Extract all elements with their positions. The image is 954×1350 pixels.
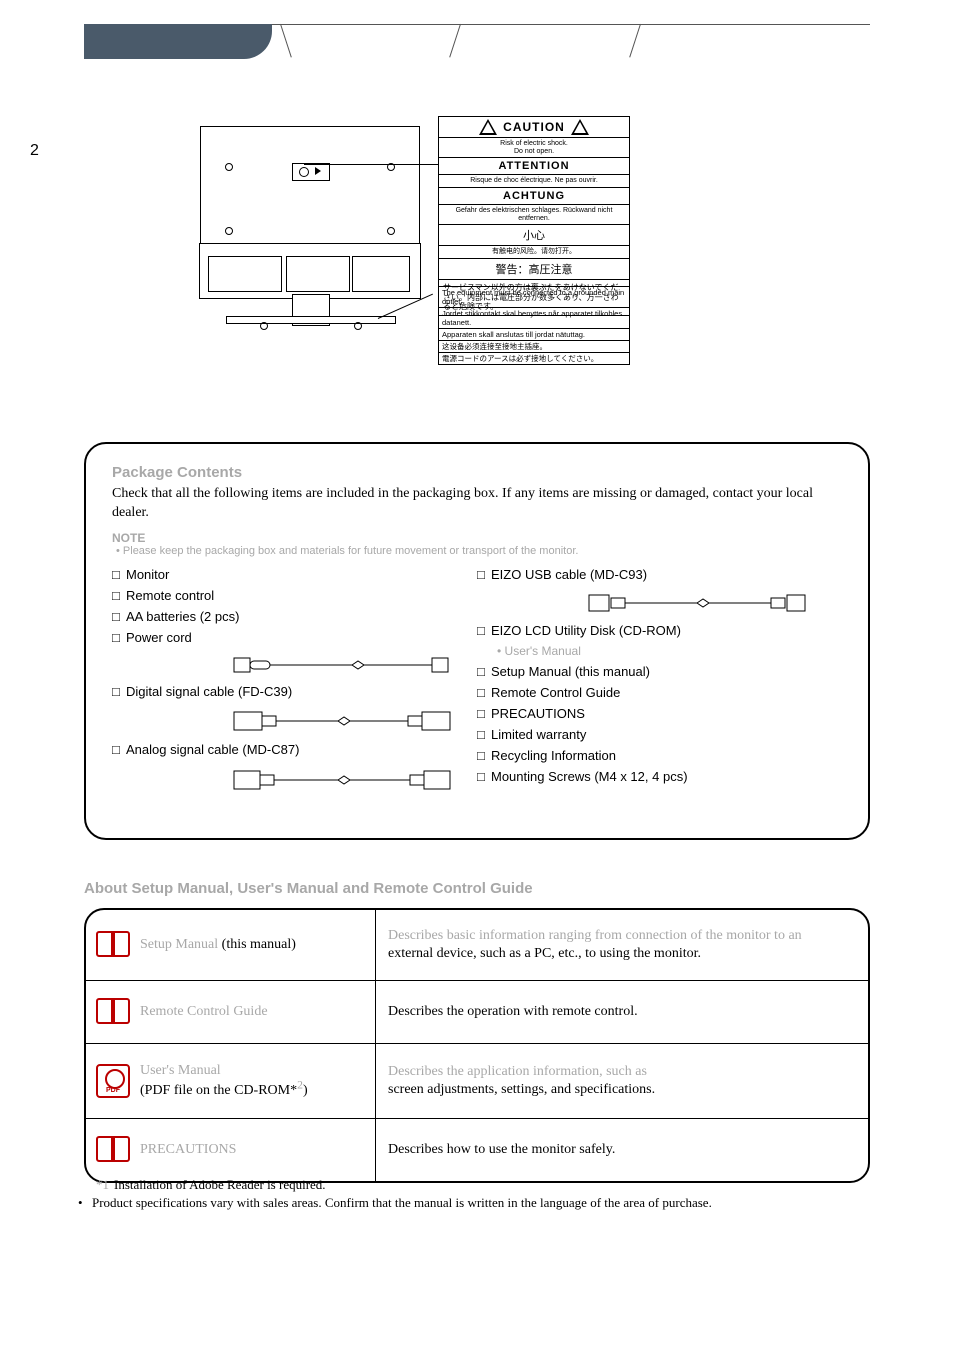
grounded-outlet-notice: The equipment must be connected to a gro… xyxy=(438,286,630,365)
footnote-mark: *1 xyxy=(96,1176,114,1194)
caution-heading: CAUTION xyxy=(503,120,565,134)
monitor-base xyxy=(226,316,396,324)
package-contents-intro: Check that all the following items are i… xyxy=(112,485,842,523)
pkg-item: Monitor xyxy=(126,567,169,582)
manuals-table: Setup Manual (this manual) Describes bas… xyxy=(84,908,870,1183)
caution-sub-en: Risk of electric shock. Do not open. xyxy=(439,138,629,158)
achtung-sub: Gefahr des elektrischen schlages. Rückwa… xyxy=(439,205,629,225)
foot-dot xyxy=(354,322,362,330)
header-tab-strip xyxy=(272,24,870,60)
manual-desc: Describes the operation with remote cont… xyxy=(388,1003,638,1021)
shock-icon xyxy=(479,119,497,135)
pkg-item: Remote control xyxy=(126,588,214,603)
pkg-subitem: • User's Manual xyxy=(497,644,581,658)
note-body: • Please keep the packaging box and mate… xyxy=(116,545,842,557)
manual-desc: external device, such as a PC, etc., to … xyxy=(388,946,701,961)
leader-line xyxy=(304,164,438,165)
pkg-item: Analog signal cable (MD-C87) xyxy=(126,742,299,757)
footnote-text: Installation of Adobe Reader is required… xyxy=(114,1176,326,1194)
vga-cable-icon xyxy=(232,767,452,793)
pkg-item: Digital signal cable (FD-C39) xyxy=(126,684,292,699)
pkg-item: Recycling Information xyxy=(491,748,616,763)
page-number: 2 xyxy=(30,142,39,160)
achtung-heading: ACHTUNG xyxy=(439,188,629,205)
outlet-line: 这设备必须连接至接地主插座。 xyxy=(439,341,629,353)
cn-sub: 有触电的风险。请勿打开。 xyxy=(439,246,629,259)
usb-cable-icon xyxy=(587,591,807,615)
package-contents-title: Package Contents xyxy=(112,464,842,481)
header-flag xyxy=(84,24,272,59)
attention-sub: Risque de choc électrique. Ne pas ouvrir… xyxy=(439,175,629,188)
footnote-text: Product specifications vary with sales a… xyxy=(92,1194,712,1212)
manual-desc-gray: Describes the application information, s… xyxy=(388,1064,647,1079)
power-cord-icon xyxy=(232,654,452,676)
attention-heading: ATTENTION xyxy=(439,158,629,175)
book-icon xyxy=(96,931,130,959)
package-left-column: □Monitor □Remote control □AA batteries (… xyxy=(112,565,477,799)
package-right-column: □EIZO USB cable (MD-C93) □EIZO LCD Utili… xyxy=(477,565,842,799)
monitor-rear-illustration xyxy=(200,126,420,298)
manual-note: (PDF file on the CD-ROM*2) xyxy=(140,1083,308,1098)
manual-desc: Describes how to use the monitor safely. xyxy=(388,1141,615,1159)
package-contents-box: Package Contents Check that all the foll… xyxy=(84,442,870,840)
outlet-line: The equipment must be connected to a gro… xyxy=(439,287,629,308)
outlet-line: Jordet stikkontakt skal benyttes når app… xyxy=(439,308,629,329)
bullet-icon: • xyxy=(78,1194,92,1212)
dvi-cable-icon xyxy=(232,708,452,734)
pkg-item: Setup Manual (this manual) xyxy=(491,664,650,679)
pdf-icon xyxy=(96,1064,130,1098)
warning-icon xyxy=(571,119,589,135)
manual-note: (this manual) xyxy=(222,937,296,952)
safety-diagram: CAUTION Risk of electric shock. Do not o… xyxy=(200,116,630,356)
pkg-item: EIZO USB cable (MD-C93) xyxy=(491,567,647,582)
manual-name: User's Manual xyxy=(140,1063,221,1078)
foot-dot xyxy=(260,322,268,330)
manual-name: PRECAUTIONS xyxy=(140,1142,236,1158)
table-row: User's Manual (PDF file on the CD-ROM*2)… xyxy=(86,1043,868,1118)
cn-heading: 小心 xyxy=(439,225,629,246)
pkg-item: Mounting Screws (M4 x 12, 4 pcs) xyxy=(491,769,688,784)
book-icon xyxy=(96,1136,130,1164)
pkg-item: Remote Control Guide xyxy=(491,685,620,700)
table-row: PRECAUTIONS Describes how to use the mon… xyxy=(86,1118,868,1181)
manual-name: Setup Manual xyxy=(140,937,218,952)
outlet-line: 電源コードのアースは必ず接地してください。 xyxy=(439,353,629,364)
pkg-item: EIZO LCD Utility Disk (CD-ROM) xyxy=(491,623,681,638)
table-row: Remote Control Guide Describes the opera… xyxy=(86,980,868,1043)
jp-heading: 警告：高圧注意 xyxy=(439,259,629,280)
manuals-heading: About Setup Manual, User's Manual and Re… xyxy=(84,880,533,897)
outlet-line: Apparaten skall anslutas till jordat nät… xyxy=(439,329,629,341)
pkg-item: PRECAUTIONS xyxy=(491,706,585,721)
pkg-item: AA batteries (2 pcs) xyxy=(126,609,239,624)
table-row: Setup Manual (this manual) Describes bas… xyxy=(86,910,868,980)
pkg-item: Limited warranty xyxy=(491,727,586,742)
book-icon xyxy=(96,998,130,1026)
pkg-item: Power cord xyxy=(126,630,192,645)
note-heading: NOTE xyxy=(112,531,842,545)
manual-desc-gray: Describes basic information ranging from… xyxy=(388,928,802,943)
footnotes: *1 Installation of Adobe Reader is requi… xyxy=(96,1176,870,1211)
manual-desc: screen adjustments, settings, and specif… xyxy=(388,1082,655,1097)
manual-name: Remote Control Guide xyxy=(140,1004,268,1020)
